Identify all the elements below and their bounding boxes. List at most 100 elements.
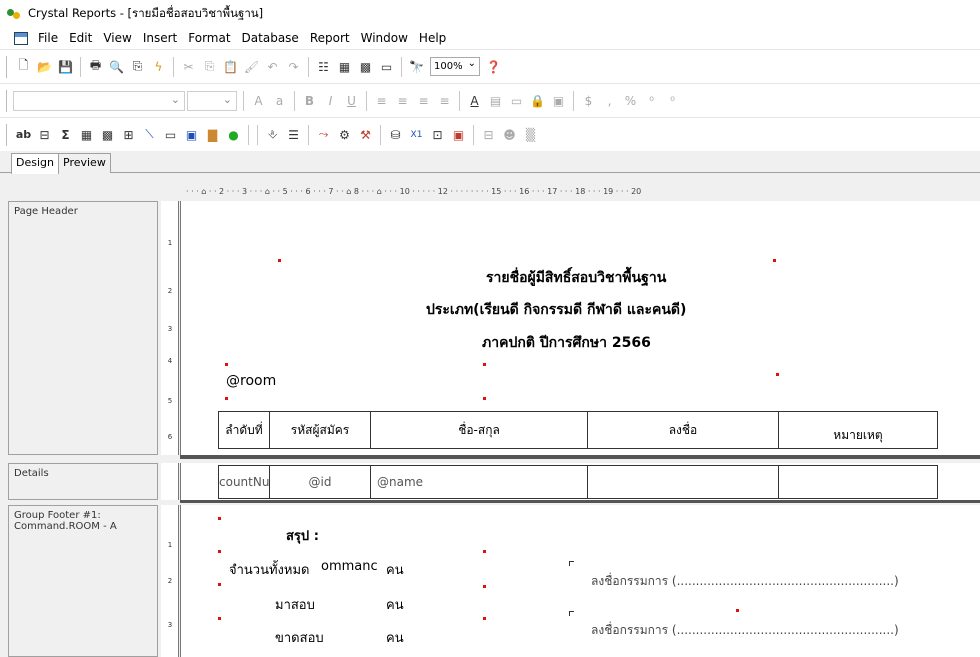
details-canvas[interactable]: countNu @id @name	[180, 463, 980, 500]
highlight-icon[interactable]: ▭	[507, 91, 526, 110]
print-icon[interactable]: 🖶	[86, 57, 105, 76]
field-explorer-icon[interactable]: ▦	[335, 57, 354, 76]
field-id[interactable]: @id	[269, 465, 371, 499]
menu-window[interactable]: Window	[361, 31, 408, 45]
zoom-select[interactable]: 100%	[430, 57, 480, 76]
redo-icon[interactable]: ↷	[284, 57, 303, 76]
italic-icon[interactable]: I	[321, 91, 340, 110]
thousands-icon[interactable]: ,	[600, 91, 619, 110]
template-icon[interactable]: ▣	[449, 125, 468, 144]
increase-decimal-icon[interactable]: ⁰	[642, 91, 661, 110]
lock-size-icon[interactable]: ▣	[549, 91, 568, 110]
open-icon[interactable]: 📂	[35, 57, 54, 76]
committee-signature-2[interactable]: ลงชื่อกรรมการ (.........................…	[591, 621, 899, 640]
font-size-select[interactable]	[187, 90, 237, 111]
tab-preview[interactable]: Preview	[58, 153, 111, 173]
toolbar-grip[interactable]	[6, 123, 9, 146]
field-remark-cell[interactable]	[778, 465, 938, 499]
document-icon[interactable]	[14, 31, 28, 45]
export-icon[interactable]: ⎘	[128, 57, 147, 76]
insert-text-icon[interactable]: ab	[14, 125, 33, 144]
insert-chart-icon[interactable]: ▇	[203, 125, 222, 144]
total-label[interactable]: จำนวนทั้งหมด	[229, 559, 310, 580]
insert-olap-icon[interactable]: ▩	[98, 125, 117, 144]
section-divider[interactable]	[180, 455, 980, 459]
increase-font-icon[interactable]: A	[249, 91, 268, 110]
report-title-line2[interactable]: ประเภท(เรียนดี กิจกรรมดี กีฬาดี และคนดี)	[426, 299, 686, 321]
total-unit-label[interactable]: คน	[386, 559, 404, 580]
section-divider[interactable]	[180, 500, 980, 503]
decrease-decimal-icon[interactable]: ⁰	[663, 91, 682, 110]
present-unit-label[interactable]: คน	[386, 594, 404, 615]
summary-label[interactable]: สรุป :	[286, 525, 319, 546]
menu-format[interactable]: Format	[188, 31, 230, 45]
insert-picture-icon[interactable]: ▣	[182, 125, 201, 144]
insert-crosstab-icon[interactable]: ▦	[77, 125, 96, 144]
tab-design[interactable]: Design	[11, 153, 59, 174]
header-cell-applicant-id[interactable]: รหัสผู้สมัคร	[269, 411, 371, 449]
section-details[interactable]: Details	[8, 463, 158, 500]
insert-summary-icon[interactable]: Σ	[56, 125, 75, 144]
group-tree-icon[interactable]: ☷	[314, 57, 333, 76]
insert-group-icon[interactable]: ⊟	[35, 125, 54, 144]
menu-report[interactable]: Report	[310, 31, 350, 45]
border-icon[interactable]: ▤	[486, 91, 505, 110]
new-icon[interactable]: 🗋	[14, 57, 33, 76]
menu-view[interactable]: View	[103, 31, 131, 45]
formula-workshop-icon[interactable]: ⚙	[335, 125, 354, 144]
menu-edit[interactable]: Edit	[69, 31, 92, 45]
find-icon[interactable]: 🔭	[407, 57, 426, 76]
lock-format-icon[interactable]: 🔒	[528, 91, 547, 110]
toolbar-grip[interactable]	[6, 89, 9, 112]
font-name-select[interactable]	[13, 90, 185, 111]
highlighting-expert-icon[interactable]: ⤳	[314, 125, 333, 144]
align-right-icon[interactable]: ≡	[414, 91, 433, 110]
field-name[interactable]: @name	[370, 465, 588, 499]
header-cell-no[interactable]: ลำดับที่	[218, 411, 270, 449]
section-page-header[interactable]: Page Header	[8, 201, 158, 455]
field-count-number[interactable]: countNu	[218, 465, 270, 499]
insert-line-icon[interactable]: ⟍	[140, 125, 159, 144]
room-parameter-field[interactable]: @room	[226, 373, 276, 389]
absent-label[interactable]: ขาดสอบ	[275, 627, 324, 648]
grid-icon[interactable]: ▒	[521, 125, 540, 144]
help-icon[interactable]: ❓	[484, 57, 503, 76]
committee-signature-1[interactable]: ลงชื่อกรรมการ (.........................…	[591, 572, 899, 591]
menu-help[interactable]: Help	[419, 31, 446, 45]
absent-unit-label[interactable]: คน	[386, 627, 404, 648]
refresh-icon[interactable]: ϟ	[149, 57, 168, 76]
copy-icon[interactable]: ⎘	[200, 57, 219, 76]
header-cell-signature[interactable]: ลงชื่อ	[587, 411, 779, 449]
currency-icon[interactable]: $	[579, 91, 598, 110]
section-group-footer[interactable]: Group Footer #1: Command.ROOM - A	[8, 505, 158, 657]
insert-box-icon[interactable]: ▭	[161, 125, 180, 144]
insert-map-icon[interactable]: ●	[224, 125, 243, 144]
menu-file[interactable]: File	[38, 31, 58, 45]
undo-icon[interactable]: ↶	[263, 57, 282, 76]
page-header-canvas[interactable]: รายชื่อผู้มีสิทธิ์สอบวิชาพื้นฐาน ประเภท(…	[180, 201, 980, 455]
report-explorer-icon[interactable]: ▩	[356, 57, 375, 76]
report-title-line3[interactable]: ภาคปกติ ปีการศึกษา 2566	[482, 332, 651, 354]
group-footer-canvas[interactable]: สรุป : จำนวนทั้งหมด ommanc คน มาสอบ คน ข…	[180, 505, 980, 657]
format-painter-icon[interactable]: 🖌	[242, 57, 261, 76]
header-cell-remark[interactable]: หมายเหตุ	[778, 411, 938, 449]
bookmark-icon[interactable]: ⊟	[479, 125, 498, 144]
align-center-icon[interactable]: ≡	[393, 91, 412, 110]
header-cell-name[interactable]: ชื่อ-สกุล	[370, 411, 588, 449]
menu-insert[interactable]: Insert	[143, 31, 177, 45]
toolbar-grip[interactable]	[6, 55, 9, 78]
database-expert-icon[interactable]: ⛁	[386, 125, 405, 144]
menu-database[interactable]: Database	[242, 31, 299, 45]
select-expert-icon[interactable]: ⚒	[356, 125, 375, 144]
print-preview-icon[interactable]: 🔍	[107, 57, 126, 76]
justify-icon[interactable]: ≡	[435, 91, 454, 110]
field-list-icon[interactable]: ⊡	[428, 125, 447, 144]
repository-icon[interactable]: ▭	[377, 57, 396, 76]
font-color-icon[interactable]: A	[465, 91, 484, 110]
underline-icon[interactable]: U	[342, 91, 361, 110]
percent-icon[interactable]: %	[621, 91, 640, 110]
user-icon[interactable]: ☻	[500, 125, 519, 144]
cut-icon[interactable]: ✂	[179, 57, 198, 76]
xml-icon[interactable]: X1	[407, 125, 426, 144]
total-count-field[interactable]: ommanc	[321, 559, 378, 574]
